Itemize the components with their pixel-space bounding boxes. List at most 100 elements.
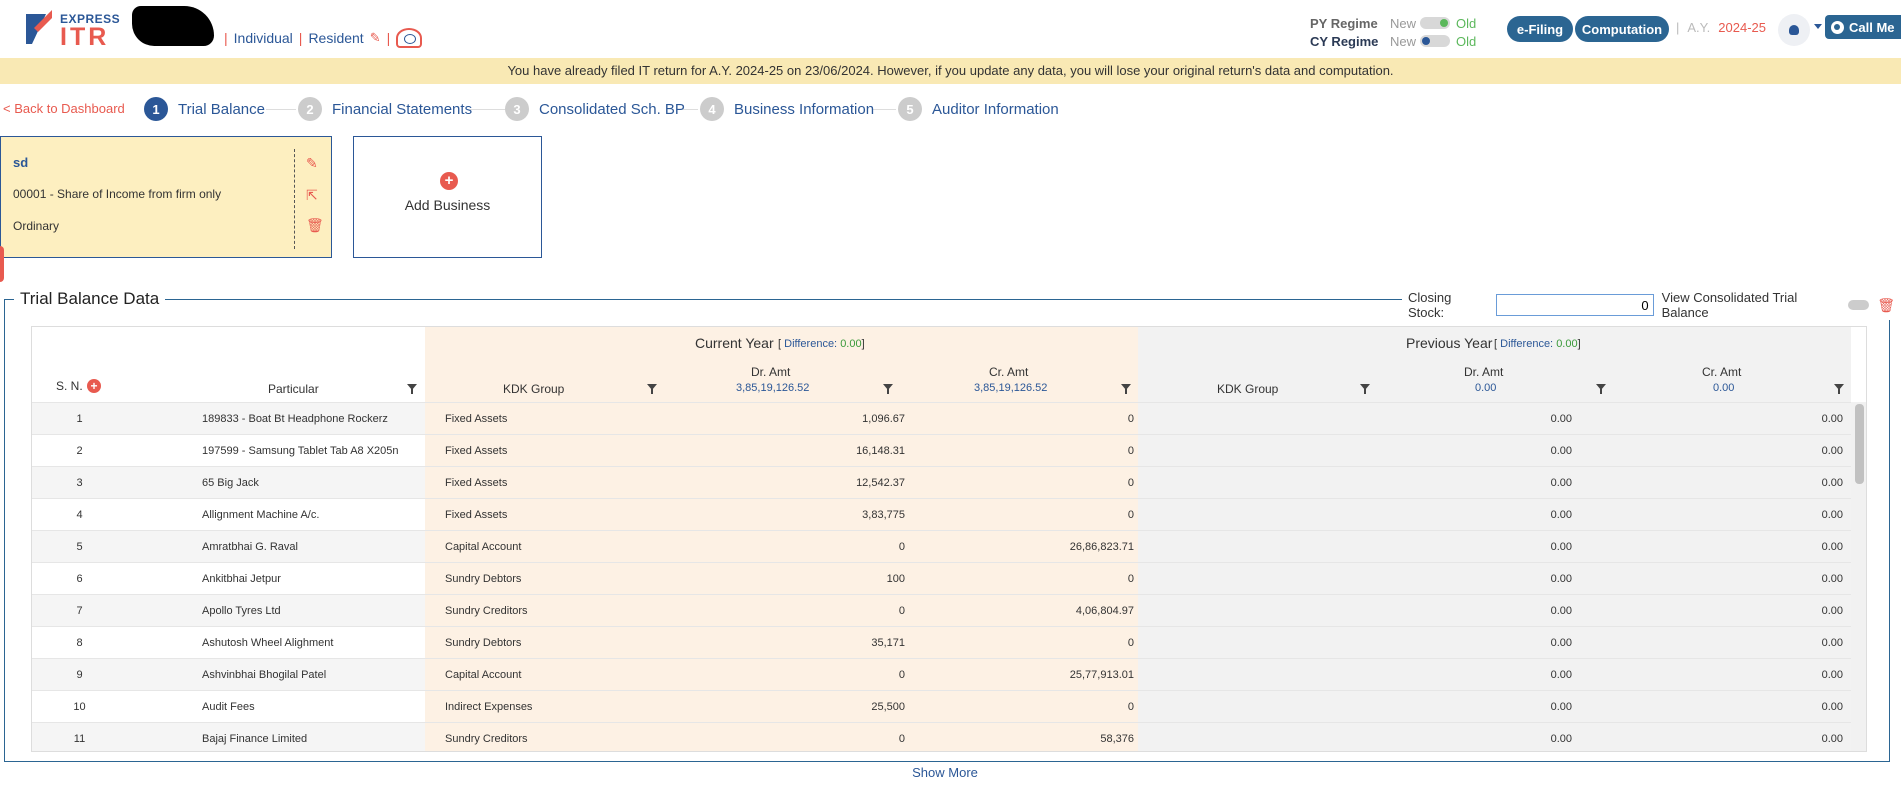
step-consolidated-sch-bp[interactable]: 3 Consolidated Sch. BP xyxy=(505,97,685,121)
back-to-dashboard-link[interactable]: < Back to Dashboard xyxy=(3,101,125,116)
income-tax-emblem-icon xyxy=(396,28,423,48)
particular-filter-icon[interactable] xyxy=(407,384,417,394)
cy-cr-amount-cell: 0 xyxy=(1127,413,1134,425)
cy-cr-amount-cell: 0 xyxy=(1127,509,1134,521)
separator: | xyxy=(1676,20,1680,35)
cy-dr-amount-cell: 0 xyxy=(898,541,905,553)
particular-cell: 65 Big Jack xyxy=(202,477,259,489)
side-feedback-tab[interactable] xyxy=(0,246,4,282)
py-cr-amount-cell: 0.00 xyxy=(1821,573,1843,585)
cy-dr-amount-cell: 25,500 xyxy=(871,701,905,713)
sn-cell: 4 xyxy=(76,509,83,521)
add-row-plus-icon[interactable]: + xyxy=(87,379,101,393)
py-dr-amount-cell: 0.00 xyxy=(1550,637,1572,649)
logo-itr-text: ITR xyxy=(60,23,110,51)
py-regime-new: New xyxy=(1390,15,1417,31)
cy-kdk-group-cell: Fixed Assets xyxy=(445,509,508,521)
step-label: Auditor Information xyxy=(932,100,1059,118)
table-row[interactable]: 7 Apollo Tyres Ltd Sundry Creditors 0 4,06,8… xyxy=(32,594,1851,627)
sn-header: S. N. xyxy=(56,379,83,393)
cy-cr-total: 3,85,19,126.52 xyxy=(974,382,1048,394)
difference-label: Difference: xyxy=(784,338,838,350)
sn-cell: 11 xyxy=(73,733,86,745)
step-trial-balance[interactable]: 1 Trial Balance xyxy=(144,97,265,121)
step-number: 3 xyxy=(505,97,529,121)
step-label: Financial Statements xyxy=(332,100,473,118)
step-business-information[interactable]: 4 Business Information xyxy=(700,97,874,121)
table-row[interactable]: 6 Ankitbhai Jetpur Sundry Debtors 100 0 0.00 0… xyxy=(32,562,1851,595)
edit-business-pencil-icon[interactable]: ✎ xyxy=(306,155,322,171)
table-row[interactable]: 2 197599 - Samsung Tablet Tab A8 X205n Fix… xyxy=(32,434,1851,467)
user-icon xyxy=(1789,25,1799,35)
step-financial-statements[interactable]: 2 Financial Statements xyxy=(298,97,472,121)
py-regime-old: Old xyxy=(1456,15,1477,31)
cy-cr-filter-icon[interactable] xyxy=(1121,384,1131,394)
cy-kdk-filter-icon[interactable] xyxy=(647,384,657,394)
separator: | xyxy=(224,30,228,46)
computation-button[interactable]: Computation xyxy=(1575,16,1669,42)
table-scrollbar[interactable] xyxy=(1851,402,1866,751)
cy-cr-amount-cell: 58,376 xyxy=(1100,733,1134,745)
py-cr-amount-cell: 0.00 xyxy=(1821,701,1843,713)
chevron-down-icon[interactable] xyxy=(1814,24,1822,29)
particular-header: Particular xyxy=(268,382,319,396)
ay-value[interactable]: 2024-25 xyxy=(1718,20,1766,35)
step-number: 4 xyxy=(700,97,724,121)
cy-cr-amount-cell: 26,86,823.71 xyxy=(1069,541,1134,553)
py-dr-filter-icon[interactable] xyxy=(1596,384,1606,394)
cy-regime-toggle[interactable] xyxy=(1420,35,1450,47)
express-itr-logo[interactable]: EXPRESS ITR xyxy=(24,10,120,51)
table-row[interactable]: 9 Ashvinbhai Bhogilal Patel Capital Accoun… xyxy=(32,658,1851,691)
add-plus-icon: + xyxy=(440,172,458,190)
py-cr-filter-icon[interactable] xyxy=(1834,384,1844,394)
py-dr-total: 0.00 xyxy=(1475,382,1497,394)
particular-cell: Bajaj Finance Limited xyxy=(202,733,308,745)
cy-kdk-group-cell: Sundry Creditors xyxy=(445,605,528,617)
particular-cell: Apollo Tyres Ltd xyxy=(202,605,281,617)
py-cr-amount-cell: 0.00 xyxy=(1821,477,1843,489)
export-business-icon[interactable]: ⇱ xyxy=(306,187,322,203)
scrollbar-thumb[interactable] xyxy=(1855,404,1864,484)
cy-dr-amount-cell: 16,148.31 xyxy=(856,445,905,457)
show-more-link[interactable]: Show More xyxy=(0,765,1890,780)
status-resident: Resident xyxy=(308,30,364,46)
delete-trial-balance-trash-icon[interactable]: 🗑 xyxy=(1877,297,1895,314)
py-regime-toggle[interactable] xyxy=(1420,17,1450,29)
particular-cell: Allignment Machine A/c. xyxy=(202,509,320,521)
view-consolidated-toggle[interactable] xyxy=(1848,300,1870,310)
sn-cell: 10 xyxy=(73,701,86,713)
business-type: Ordinary xyxy=(13,219,60,233)
sn-cell: 8 xyxy=(76,637,83,649)
table-row[interactable]: 3 65 Big Jack Fixed Assets 12,542.37 0 0.00 0.… xyxy=(32,466,1851,499)
table-row[interactable]: 10 Audit Fees Indirect Expenses 25,500 0 0.00… xyxy=(32,690,1851,723)
table-row[interactable]: 4 Allignment Machine A/c. Fixed Assets 3,83… xyxy=(32,498,1851,531)
table-row[interactable]: 1 189833 - Boat Bt Headphone Rockerz Fixed… xyxy=(32,402,1851,435)
py-regime-label: PY Regime xyxy=(1310,15,1378,31)
py-dr-amount-cell: 0.00 xyxy=(1550,733,1572,745)
cy-kdk-group-cell: Indirect Expenses xyxy=(445,701,533,713)
py-kdk-filter-icon[interactable] xyxy=(1360,384,1370,394)
cy-cr-header: Cr. Amt xyxy=(989,365,1029,379)
closing-stock-input[interactable] xyxy=(1495,294,1654,316)
table-row[interactable]: 5 Amratbhai G. Raval Capital Account 0 26,86… xyxy=(32,530,1851,563)
cy-regime-old: Old xyxy=(1456,33,1477,49)
call-me-button[interactable]: Call Me xyxy=(1825,15,1901,39)
add-business-card[interactable]: + Add Business xyxy=(353,136,542,258)
business-card[interactable]: sd 00001 - Share of Income from firm onl… xyxy=(0,136,332,258)
separator: | xyxy=(298,30,303,46)
delete-business-trash-icon[interactable]: 🗑 xyxy=(306,217,324,233)
sn-cell: 9 xyxy=(76,669,83,681)
user-avatar[interactable] xyxy=(1778,14,1810,46)
previous-year-header: Previous Year xyxy=(1406,335,1493,351)
edit-profile-pencil-icon[interactable]: ✎ xyxy=(370,30,381,46)
cy-cr-amount-cell: 0 xyxy=(1127,477,1134,489)
step-auditor-information[interactable]: 5 Auditor Information xyxy=(898,97,1059,121)
efiling-button[interactable]: e-Filing xyxy=(1507,16,1573,42)
current-year-header: Current Year xyxy=(695,335,774,351)
ay-label: A.Y. xyxy=(1687,20,1711,35)
cy-dr-filter-icon[interactable] xyxy=(883,384,893,394)
table-row[interactable]: 8 Ashutosh Wheel Alighment Sundry Debtors 3… xyxy=(32,626,1851,659)
table-row[interactable]: 11 Bajaj Finance Limited Sundry Creditors 0… xyxy=(32,722,1851,751)
py-cr-amount-cell: 0.00 xyxy=(1821,541,1843,553)
py-dr-amount-cell: 0.00 xyxy=(1550,573,1572,585)
